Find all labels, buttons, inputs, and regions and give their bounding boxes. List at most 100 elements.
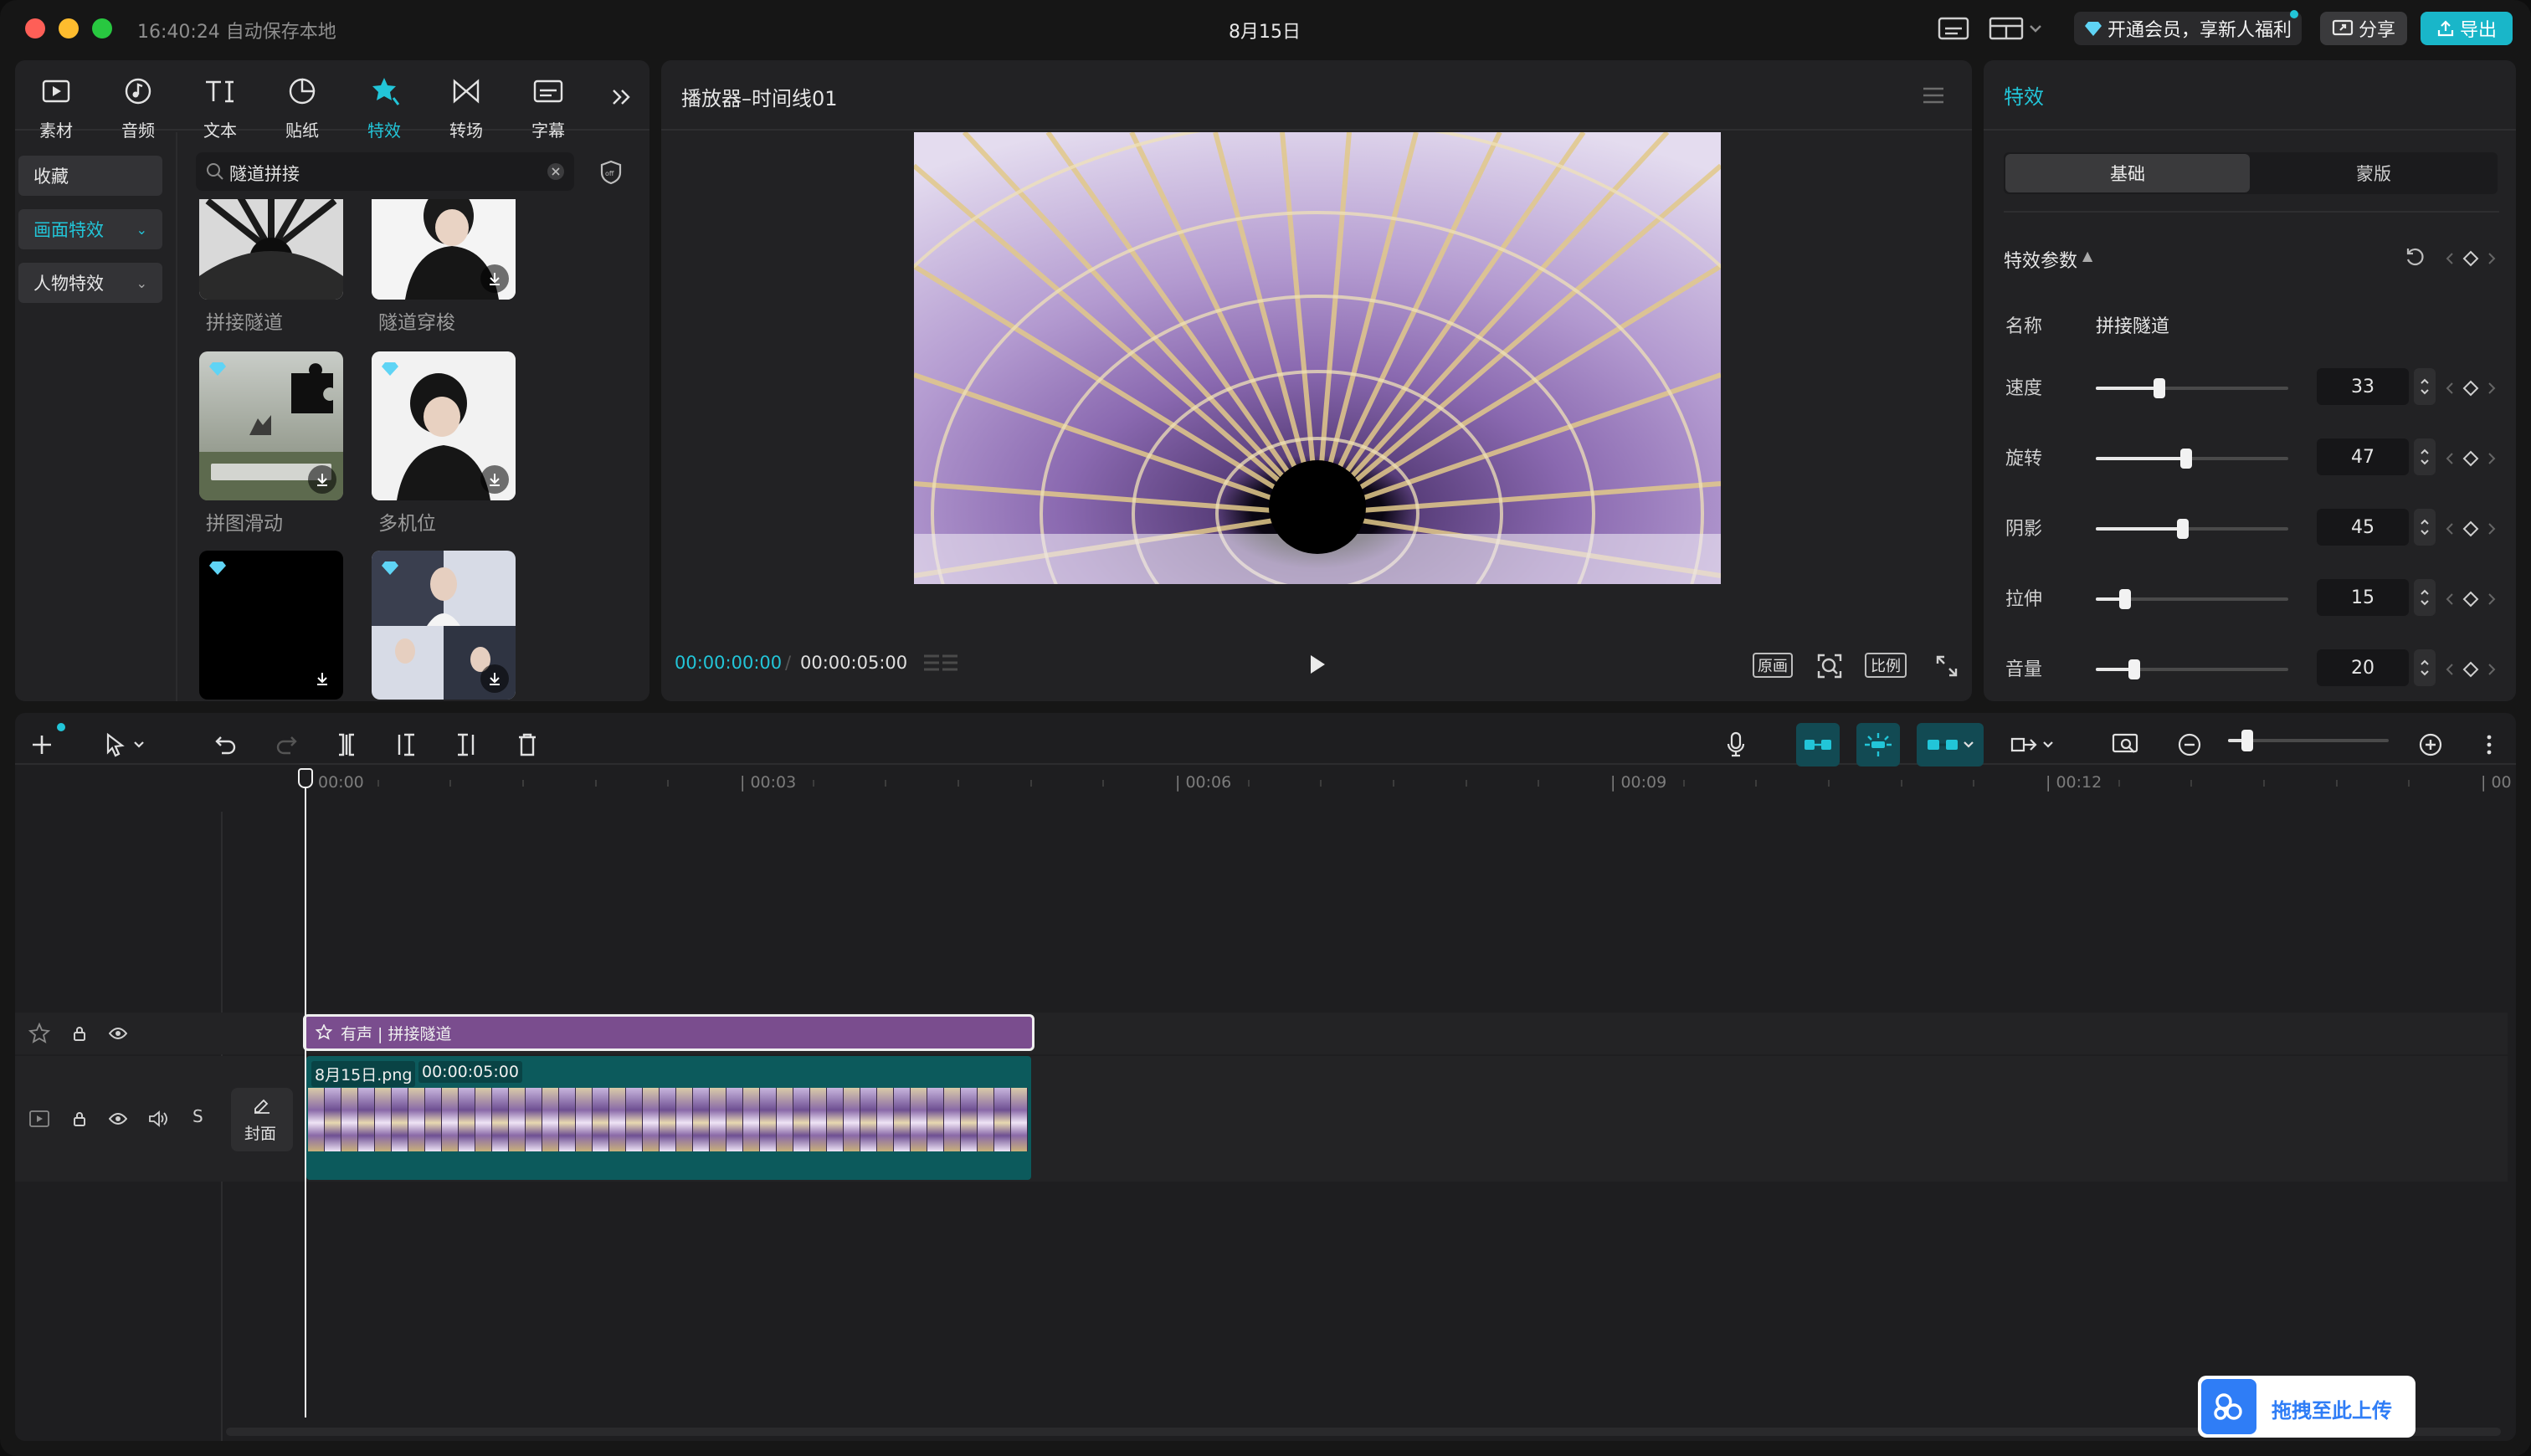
- export-button[interactable]: 导出: [2421, 12, 2513, 45]
- main-track-magnet-button[interactable]: [1796, 723, 1840, 766]
- split-button[interactable]: [325, 723, 368, 766]
- stepper-up-icon[interactable]: [2420, 589, 2430, 596]
- param-stepper[interactable]: [2414, 368, 2436, 405]
- delete-button[interactable]: [506, 723, 549, 766]
- prev-keyframe-icon[interactable]: [2446, 592, 2454, 606]
- undo-button[interactable]: [204, 723, 248, 766]
- download-icon[interactable]: [480, 465, 509, 494]
- volume-track-icon[interactable]: [144, 1105, 172, 1133]
- delete-right-button[interactable]: [444, 723, 487, 766]
- param-stepper[interactable]: [2414, 649, 2436, 686]
- param-stepper[interactable]: [2414, 509, 2436, 546]
- subtitle-icon[interactable]: [1935, 13, 1972, 44]
- collapse-caret-icon[interactable]: ▲: [2082, 248, 2092, 264]
- close-window-button[interactable]: [25, 18, 45, 38]
- linkage-button[interactable]: [1917, 723, 1984, 766]
- zoom-slider[interactable]: [2228, 730, 2389, 751]
- stepper-down-icon[interactable]: [2420, 669, 2430, 676]
- tab-media[interactable]: 素材: [18, 60, 94, 169]
- effect-thumb-puzzle-slide[interactable]: [199, 351, 343, 500]
- prev-keyframe-icon[interactable]: [2446, 522, 2454, 536]
- stepper-up-icon[interactable]: [2420, 519, 2430, 525]
- category-favorites[interactable]: 收藏: [18, 156, 162, 196]
- original-quality-button[interactable]: 原画: [1753, 653, 1793, 678]
- tab-audio[interactable]: 音频: [100, 60, 176, 169]
- player-menu-icon[interactable]: [1917, 80, 1950, 110]
- reset-icon[interactable]: [2400, 243, 2429, 271]
- effect-clip[interactable]: 有声 | 拼接隧道: [303, 1014, 1034, 1051]
- next-keyframe-icon[interactable]: [2487, 382, 2496, 395]
- stepper-up-icon[interactable]: [2420, 659, 2430, 666]
- select-tool-button[interactable]: [87, 723, 162, 766]
- aspect-ratio-button[interactable]: 比例: [1865, 653, 1907, 678]
- effect-thumb-black[interactable]: [199, 551, 343, 700]
- video-preview[interactable]: [914, 132, 1721, 584]
- keyframe-diamond-icon[interactable]: [2462, 591, 2479, 608]
- stepper-down-icon[interactable]: [2420, 599, 2430, 606]
- next-keyframe-icon[interactable]: [2487, 663, 2496, 676]
- param-stepper[interactable]: [2414, 579, 2436, 616]
- download-icon[interactable]: [308, 664, 336, 693]
- keyframe-diamond-icon[interactable]: [2462, 250, 2479, 267]
- category-portrait-effects[interactable]: 人物特效 ⌄: [18, 263, 162, 303]
- effect-thumb-tunnel-shuttle[interactable]: [372, 199, 516, 300]
- cover-button[interactable]: 封面: [231, 1088, 293, 1151]
- param-slider-knob[interactable]: [2180, 449, 2193, 469]
- tab-mask[interactable]: 蒙版: [2251, 154, 2496, 192]
- share-button[interactable]: 分享: [2320, 12, 2407, 45]
- param-value-input[interactable]: 33: [2317, 368, 2409, 405]
- upload-drop-zone[interactable]: 拖拽至此上传: [2198, 1376, 2415, 1438]
- play-button[interactable]: [1301, 648, 1334, 681]
- prev-keyframe-icon[interactable]: [2446, 452, 2454, 465]
- add-track-button[interactable]: [20, 723, 65, 766]
- param-value-input[interactable]: 15: [2317, 579, 2409, 616]
- layout-icon[interactable]: [1989, 13, 2047, 44]
- next-keyframe-icon[interactable]: [2487, 452, 2496, 465]
- timeline-scrollbar[interactable]: [226, 1428, 2501, 1436]
- param-slider[interactable]: [2096, 378, 2288, 398]
- param-value-input[interactable]: 20: [2317, 649, 2409, 686]
- filter-off-icon[interactable]: off: [593, 154, 629, 191]
- effect-thumb-stitch-tunnel[interactable]: [199, 199, 343, 300]
- playhead[interactable]: [305, 782, 306, 1418]
- lock-track-icon[interactable]: [67, 1105, 92, 1133]
- next-keyframe-icon[interactable]: [2487, 522, 2496, 536]
- zoom-slider-knob[interactable]: [2241, 730, 2253, 751]
- zoom-in-button[interactable]: [2409, 723, 2452, 766]
- prev-keyframe-icon[interactable]: [2446, 663, 2454, 676]
- preview-axis-button[interactable]: [2004, 723, 2059, 766]
- stepper-up-icon[interactable]: [2420, 449, 2430, 455]
- param-slider-knob[interactable]: [2118, 589, 2131, 609]
- lock-track-icon[interactable]: [67, 1019, 92, 1048]
- param-slider[interactable]: [2096, 589, 2288, 609]
- timeline-more-icon[interactable]: [2467, 723, 2511, 766]
- keyframe-diamond-icon[interactable]: [2462, 450, 2479, 467]
- download-icon[interactable]: [308, 465, 336, 494]
- redo-button[interactable]: [264, 723, 308, 766]
- param-stepper[interactable]: [2414, 438, 2436, 475]
- more-tabs-icon[interactable]: [603, 80, 639, 114]
- effect-thumb-collage[interactable]: [372, 551, 516, 700]
- effect-params-title[interactable]: 特效参数: [2004, 246, 2077, 273]
- keyframe-diamond-icon[interactable]: [2462, 380, 2479, 397]
- solo-track-toggle[interactable]: S: [193, 1106, 203, 1126]
- param-slider-knob[interactable]: [2176, 519, 2189, 539]
- stepper-down-icon[interactable]: [2420, 459, 2430, 465]
- zoom-window-button[interactable]: [92, 18, 112, 38]
- prev-keyframe-icon[interactable]: [2446, 382, 2454, 395]
- param-value-input[interactable]: 47: [2317, 438, 2409, 475]
- eye-track-icon[interactable]: [105, 1105, 131, 1133]
- effect-thumb-multi-camera[interactable]: [372, 351, 516, 500]
- keyframe-diamond-icon[interactable]: [2462, 520, 2479, 537]
- video-clip[interactable]: 8月15日.png 00:00:05:00: [306, 1056, 1031, 1180]
- fit-view-icon[interactable]: [1813, 649, 1846, 683]
- fullscreen-icon[interactable]: [1930, 649, 1964, 683]
- download-icon[interactable]: [480, 664, 509, 693]
- eye-track-icon[interactable]: [105, 1019, 131, 1048]
- zoom-out-button[interactable]: [2168, 723, 2211, 766]
- playhead-handle[interactable]: [298, 768, 313, 788]
- next-keyframe-icon[interactable]: [2487, 252, 2496, 265]
- clear-search-icon[interactable]: [547, 163, 564, 180]
- next-keyframe-icon[interactable]: [2487, 592, 2496, 606]
- stepper-down-icon[interactable]: [2420, 529, 2430, 536]
